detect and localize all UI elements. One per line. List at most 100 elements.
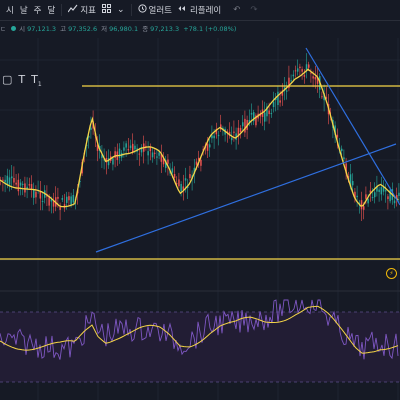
candle-body [264,112,266,122]
text-note-icon[interactable]: T1 [31,73,42,88]
candle-body [277,91,279,106]
candle-body [129,145,132,149]
candle-body [4,179,6,183]
candle-body [66,196,68,203]
candle-body [272,101,275,108]
rectangle-icon[interactable]: ▢ [2,73,12,88]
rsi-band [0,312,400,382]
candle-body [336,134,339,138]
candle-body [114,151,116,158]
candle-body [35,191,37,198]
candle-body [206,143,209,151]
candle-body [184,178,187,181]
candle-body [158,152,160,156]
candle-body [286,90,288,92]
candle-body [167,159,169,164]
candle-body [308,64,310,68]
candle-body [367,199,369,204]
candle-body [242,122,244,127]
candle-body [22,183,24,185]
candle-body [70,196,72,206]
candle-body [15,182,17,185]
candle-body [360,200,363,210]
candle-body [24,183,26,193]
candle-body [233,131,235,133]
candle-body [151,152,154,158]
candlestick-series [0,53,400,221]
candle-body [270,113,273,115]
candle-body [178,179,180,187]
candle-body [363,206,365,210]
candle-body [90,127,92,130]
candle-body [398,192,400,197]
candle-body [19,182,22,186]
candle-body [132,143,134,153]
candle-body [28,184,31,186]
candle-body [356,195,358,198]
candle-body [314,76,317,80]
candle-body [365,194,367,199]
candle-body [134,145,136,150]
candle-body [290,80,292,82]
candle-body [189,174,191,179]
candle-body [11,176,13,179]
candle-body [294,70,297,72]
candle-body [6,175,9,184]
candle-body [195,161,198,165]
candle-body [387,196,389,200]
candle-body [72,195,75,203]
candle-body [180,183,182,192]
drawing-tools: ▢ T T1 [2,73,42,88]
candle-body [118,148,121,158]
candle-body [268,110,270,115]
candle-body [301,69,303,72]
candle-body [250,112,253,115]
candle-body [41,200,44,202]
candle-body [209,144,211,148]
candle-body [59,206,61,210]
candle-body [13,177,15,183]
candle-body [112,158,114,165]
candle-body [385,190,387,192]
candle-body [173,173,176,178]
candle-body [213,135,215,139]
candle-body [292,74,295,77]
candle-body [171,168,174,173]
candle-body [123,147,125,151]
candle-body [68,196,70,201]
candle-body [341,148,343,152]
candle-body [231,137,233,141]
candle-body [33,189,35,198]
candle-body [138,153,141,155]
candle-body [374,192,376,198]
candle-body [200,159,202,166]
candle-body [343,157,345,160]
candle-body [312,76,314,79]
candle-body [154,152,156,154]
text-icon[interactable]: T [18,73,25,88]
lightning-icon[interactable]: ⚡ [386,268,397,279]
candle-body [39,191,42,199]
candle-body [378,189,380,192]
candle-body [299,66,301,68]
candle-body [279,100,281,103]
candle-body [127,149,130,151]
candle-body [297,68,299,72]
candle-body [352,181,354,186]
candle-body [156,156,158,158]
candle-body [303,75,306,77]
candle-body [393,200,396,204]
price-chart[interactable] [0,0,400,400]
candle-body [2,179,4,181]
candle-body [371,197,374,199]
candle-body [211,135,213,139]
candle-body [125,143,127,148]
candle-body [57,196,59,199]
candle-body [380,187,383,195]
candle-body [61,197,64,200]
candle-body [147,151,149,156]
candle-body [244,118,246,133]
candle-body [17,179,20,192]
candle-body [8,177,11,185]
candle-body [217,134,220,137]
